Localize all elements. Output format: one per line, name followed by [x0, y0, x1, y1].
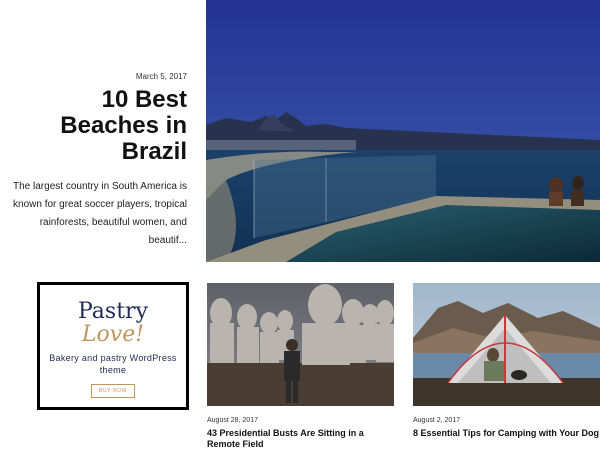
post-card: August 2, 2017 8 Essential Tips for Camp…	[413, 283, 600, 439]
post-title[interactable]: 43 Presidential Busts Are Sitting in a R…	[207, 428, 394, 450]
featured-post: March 5, 2017 10 Best Beaches in Brazil …	[0, 72, 187, 250]
post-image-camping[interactable]	[413, 283, 600, 406]
featured-post-title[interactable]: 10 Best Beaches in Brazil	[0, 87, 187, 165]
post-date: August 28, 2017	[207, 417, 258, 424]
post-title[interactable]: 8 Essential Tips for Camping with Your D…	[413, 428, 600, 439]
ad-title-line2: Love!	[81, 322, 145, 347]
post-card: August 28, 2017 43 Presidential Busts Ar…	[207, 283, 394, 450]
ad-subtitle: Bakery and pastry WordPress theme	[49, 353, 177, 375]
post-date: August 2, 2017	[413, 417, 461, 424]
featured-post-date: March 5, 2017	[135, 72, 187, 81]
featured-post-image[interactable]	[206, 0, 600, 262]
pastry-love-ad[interactable]: Pastry Love! Bakery and pastry WordPress…	[37, 282, 189, 410]
ad-title-line1: Pastry	[77, 299, 148, 324]
post-image-busts[interactable]	[207, 283, 394, 406]
featured-post-excerpt: The largest country in South America is …	[13, 181, 187, 246]
buy-now-button[interactable]: BUY NOW	[91, 384, 135, 398]
